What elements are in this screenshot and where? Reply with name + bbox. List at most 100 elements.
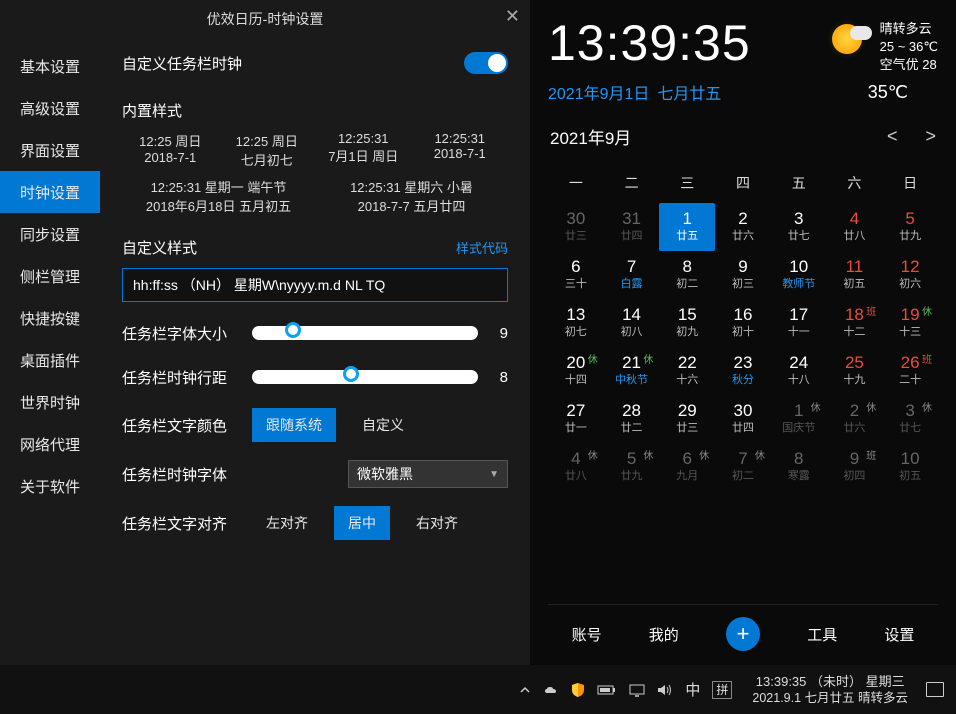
taskbar-clock[interactable]: 13:39:35 （未时） 星期三 2021.9.1 七月廿五 晴转多云 <box>752 674 908 706</box>
calendar-cell[interactable]: 5廿九休 <box>604 443 660 491</box>
notifications-icon[interactable] <box>926 682 944 697</box>
calendar-cell[interactable]: 27廿一 <box>548 395 604 443</box>
line-height-label: 任务栏时钟行距 <box>122 367 252 388</box>
calendar-cell[interactable]: 5廿九 <box>882 203 938 251</box>
sidebar-item-2[interactable]: 界面设置 <box>0 129 100 171</box>
calendar-cell[interactable]: 7白露 <box>604 251 660 299</box>
sidebar-item-1[interactable]: 高级设置 <box>0 87 100 129</box>
calendar-cell[interactable]: 28廿二 <box>604 395 660 443</box>
custom-style-input[interactable] <box>122 268 508 302</box>
add-button[interactable]: + <box>726 617 760 651</box>
weather-block[interactable]: 晴转多云 25 ~ 36℃ 空气优 28 <box>830 14 938 74</box>
calendar-cell[interactable]: 6九月休 <box>659 443 715 491</box>
tray-chevron-up-icon[interactable] <box>519 684 531 696</box>
calendar-grid: 30廿三31廿四1廿五2廿六3廿七4廿八5廿九 6三十7白露8初二9初三10教师节… <box>548 203 938 491</box>
weekday-head: 三 <box>659 165 715 203</box>
calendar-cell[interactable]: 9初四班 <box>827 443 883 491</box>
calendar-cell[interactable]: 19十三休 <box>882 299 938 347</box>
calendar-cell[interactable]: 18十二班 <box>827 299 883 347</box>
calendar-cell[interactable]: 30廿三 <box>548 203 604 251</box>
calendar-cell[interactable]: 29廿三 <box>659 395 715 443</box>
calendar-cell[interactable]: 20十四休 <box>548 347 604 395</box>
font-size-slider[interactable] <box>252 326 478 340</box>
calendar-cell[interactable]: 16初十 <box>715 299 771 347</box>
sidebar-item-8[interactable]: 世界时钟 <box>0 381 100 423</box>
calendar-cell[interactable]: 9初三 <box>715 251 771 299</box>
builtin-style-2[interactable]: 12:25:317月1日 周日 <box>315 131 412 169</box>
sidebar-item-0[interactable]: 基本设置 <box>0 45 100 87</box>
calendar-cell[interactable]: 30廿四 <box>715 395 771 443</box>
date-lunar[interactable]: 七月廿五 <box>657 80 721 104</box>
month-label[interactable]: 2021年9月 <box>550 124 631 149</box>
font-size-value: 9 <box>478 325 508 342</box>
text-color-option-1[interactable]: 自定义 <box>348 408 418 442</box>
calendar-cell[interactable]: 22十六 <box>659 347 715 395</box>
tray-shield-icon[interactable] <box>571 682 585 698</box>
font-select[interactable]: 微软雅黑 ▼ <box>348 460 508 488</box>
style-code-link[interactable]: 样式代码 <box>456 238 508 257</box>
custom-style-head: 自定义样式 <box>122 237 197 258</box>
sidebar-item-10[interactable]: 关于软件 <box>0 465 100 507</box>
footer-nav-2[interactable]: 工具 <box>807 624 837 645</box>
date-gregorian[interactable]: 2021年9月1日 <box>548 80 649 104</box>
align-option-1[interactable]: 居中 <box>334 506 390 540</box>
calendar-cell[interactable]: 7初二休 <box>715 443 771 491</box>
ime-lang[interactable]: 中 <box>685 679 700 700</box>
calendar-cell[interactable]: 17十一 <box>771 299 827 347</box>
tray-volume-icon[interactable] <box>657 683 673 697</box>
calendar-cell[interactable]: 10教师节 <box>771 251 827 299</box>
calendar-cell[interactable]: 4廿八休 <box>548 443 604 491</box>
builtin-style-b0[interactable]: 12:25:31 星期一 端午节2018年6月18日 五月初五 <box>122 177 315 215</box>
calendar-cell[interactable]: 2廿六 <box>715 203 771 251</box>
align-option-2[interactable]: 右对齐 <box>402 506 472 540</box>
calendar-cell[interactable]: 23秋分 <box>715 347 771 395</box>
calendar-cell[interactable]: 4廿八 <box>827 203 883 251</box>
text-color-option-0[interactable]: 跟随系统 <box>252 408 336 442</box>
next-month-button[interactable]: > <box>925 126 936 147</box>
sidebar-item-9[interactable]: 网络代理 <box>0 423 100 465</box>
calendar-cell[interactable]: 31廿四 <box>604 203 660 251</box>
calendar-cell[interactable]: 8初二 <box>659 251 715 299</box>
calendar-cell[interactable]: 24十八 <box>771 347 827 395</box>
font-label: 任务栏时钟字体 <box>122 464 252 485</box>
tray-cloud-icon[interactable] <box>543 684 559 696</box>
tray-battery-icon[interactable] <box>597 684 617 696</box>
ime-mode[interactable]: 拼 <box>712 681 732 699</box>
sidebar-item-5[interactable]: 侧栏管理 <box>0 255 100 297</box>
custom-taskbar-clock-toggle[interactable] <box>464 52 508 74</box>
sidebar-item-6[interactable]: 快捷按键 <box>0 297 100 339</box>
builtin-style-3[interactable]: 12:25:312018-7-1 <box>412 131 509 169</box>
builtin-style-1[interactable]: 12:25 周日七月初七 <box>219 131 316 169</box>
footer-nav-3[interactable]: 设置 <box>884 624 914 645</box>
tray-network-icon[interactable] <box>629 683 645 697</box>
sidebar-item-4[interactable]: 同步设置 <box>0 213 100 255</box>
weekday-head: 六 <box>827 165 883 203</box>
calendar-cell[interactable]: 15初九 <box>659 299 715 347</box>
calendar-cell[interactable]: 14初八 <box>604 299 660 347</box>
calendar-cell[interactable]: 3廿七 <box>771 203 827 251</box>
calendar-cell[interactable]: 13初七 <box>548 299 604 347</box>
calendar-cell[interactable]: 6三十 <box>548 251 604 299</box>
sidebar-item-7[interactable]: 桌面插件 <box>0 339 100 381</box>
builtin-style-0[interactable]: 12:25 周日2018-7-1 <box>122 131 219 169</box>
footer-nav-0[interactable]: 账号 <box>572 624 602 645</box>
footer-nav-1[interactable]: 我的 <box>649 624 679 645</box>
calendar-cell[interactable]: 26二十班 <box>882 347 938 395</box>
settings-panel: 优效日历-时钟设置 ✕ 基本设置高级设置界面设置时钟设置同步设置侧栏管理快捷按键… <box>0 0 530 665</box>
calendar-cell[interactable]: 21中秋节休 <box>604 347 660 395</box>
calendar-cell[interactable]: 3廿七休 <box>882 395 938 443</box>
calendar-cell[interactable]: 10初五 <box>882 443 938 491</box>
builtin-style-b1[interactable]: 12:25:31 星期六 小暑2018-7-7 五月廿四 <box>315 177 508 215</box>
prev-month-button[interactable]: < <box>887 126 898 147</box>
calendar-cell[interactable]: 8寒露 <box>771 443 827 491</box>
sidebar-item-3[interactable]: 时钟设置 <box>0 171 100 213</box>
calendar-cell[interactable]: 1廿五 <box>659 203 715 251</box>
calendar-cell[interactable]: 2廿六休 <box>827 395 883 443</box>
calendar-cell[interactable]: 12初六 <box>882 251 938 299</box>
calendar-cell[interactable]: 11初五 <box>827 251 883 299</box>
align-option-0[interactable]: 左对齐 <box>252 506 322 540</box>
calendar-cell[interactable]: 25十九 <box>827 347 883 395</box>
line-height-slider[interactable] <box>252 370 478 384</box>
calendar-cell[interactable]: 1国庆节休 <box>771 395 827 443</box>
close-icon[interactable]: ✕ <box>505 6 520 27</box>
